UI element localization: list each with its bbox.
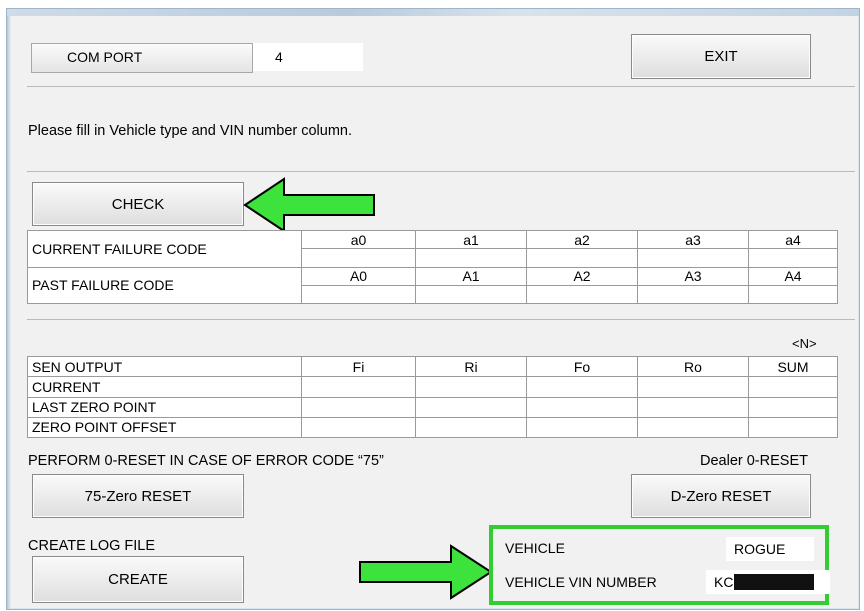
vehicle-label: VEHICLE [505,540,565,556]
app-window: COM PORT 4 EXIT Please fill in Vehicle t… [6,8,860,610]
divider-top [27,86,855,87]
com-port-value: 4 [275,49,283,65]
current-code-cell: a1 [415,229,527,250]
sensor-column-header: Fo [526,355,638,378]
exit-button[interactable]: EXIT [631,34,811,79]
vin-label: VEHICLE VIN NUMBER [505,574,657,590]
create-log-label: CREATE LOG FILE [28,538,156,554]
title-bar [7,9,859,16]
vin-redaction [734,574,815,590]
vehicle-type-value: ROGUE [734,541,786,557]
check-button[interactable]: CHECK [32,182,244,226]
sensor-column-header: Fi [301,355,416,378]
failure-code-table: CURRENT FAILURE CODE a0 a1 a2 a3 a4 PAST… [27,229,838,305]
zero75-reset-button[interactable]: 75-Zero RESET [32,474,244,518]
past-code-cell: A3 [637,266,749,286]
create-button[interactable]: CREATE [32,556,244,603]
past-failure-label: PAST FAILURE CODE [27,266,302,304]
sensor-row-label: ZERO POINT OFFSET [27,416,302,439]
com-port-label: COM PORT [67,49,143,65]
perform-reset-label: PERFORM 0-RESET IN CASE OF ERROR CODE “7… [28,453,384,469]
dzero-reset-button[interactable]: D-Zero RESET [631,474,811,518]
sensor-column-header: SUM [748,355,838,378]
divider-message [27,171,855,172]
dealer-reset-label: Dealer 0-RESET [700,453,808,469]
current-code-cell: a3 [637,229,749,250]
window-edge [7,16,11,609]
vin-value: KC [714,574,734,590]
sensor-column-header: Ro [637,355,749,378]
sen-output-label: SEN OUTPUT [27,355,302,378]
past-code-cell: A1 [415,266,527,286]
unit-label: <N> [792,336,817,351]
arrow-left-icon [243,177,375,233]
current-failure-label: CURRENT FAILURE CODE [27,230,302,268]
current-code-cell: a0 [301,229,416,250]
past-code-cell: A2 [526,266,638,286]
vin-field[interactable]: KC [706,570,830,594]
arrow-right-icon [359,544,493,600]
sensor-output-table: SEN OUTPUT Fi Ri Fo Ro SUM CURRENT LAST … [27,355,838,439]
past-code-cell: A4 [748,266,838,286]
vehicle-type-field[interactable]: ROGUE [726,537,814,561]
sensor-row-label: CURRENT [27,376,302,398]
divider-tables [27,319,855,320]
current-code-cell: a2 [526,229,638,250]
status-message: Please fill in Vehicle type and VIN numb… [28,123,353,139]
past-code-cell: A0 [301,266,416,286]
current-code-cell: a4 [748,229,838,250]
sensor-row-label: LAST ZERO POINT [27,396,302,418]
sensor-column-header: Ri [415,355,527,378]
com-port-field[interactable]: 4 [253,43,363,71]
